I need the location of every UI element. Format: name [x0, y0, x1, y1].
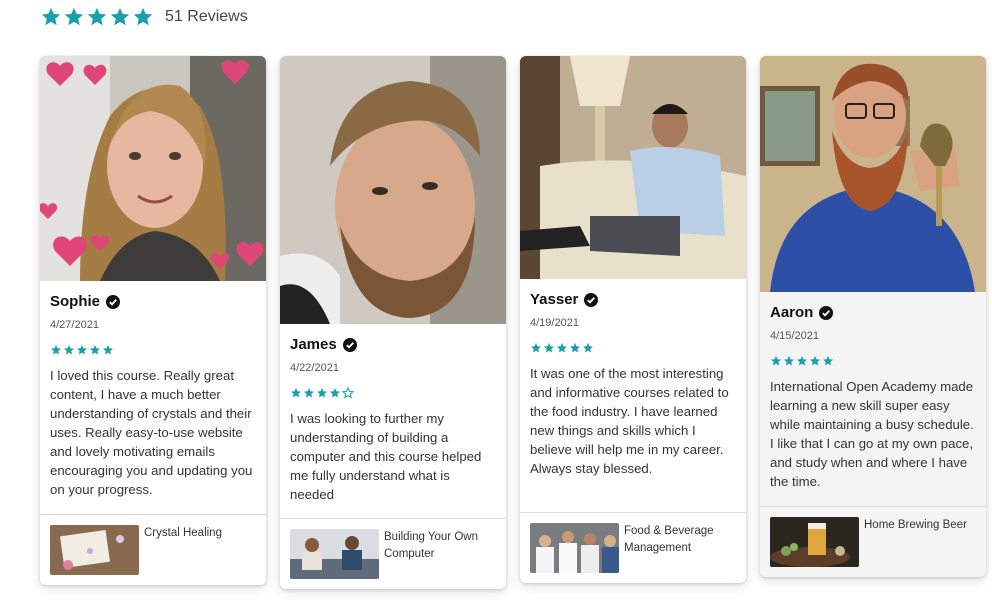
course-name[interactable]: Food & Beverage Management	[624, 523, 736, 573]
review-date: 4/15/2021	[770, 330, 819, 342]
star-filled-icon	[544, 343, 554, 353]
star-filled-icon	[797, 356, 807, 366]
star-filled-icon	[64, 345, 74, 355]
reviewer-photo	[280, 56, 506, 324]
star-filled-icon	[570, 343, 580, 353]
star-filled-icon	[583, 343, 593, 353]
review-text: International Open Academy made learning…	[770, 379, 974, 489]
course-thumbnail[interactable]	[530, 523, 619, 573]
review-date: 4/27/2021	[50, 319, 99, 331]
star-filled-icon	[531, 343, 541, 353]
star-filled-icon	[557, 343, 567, 353]
star-filled-icon	[784, 356, 794, 366]
review-text: I loved this course. Really great conten…	[50, 368, 253, 497]
reviewer-name: Aaron	[770, 304, 814, 321]
review-date: 4/22/2021	[290, 362, 339, 374]
rating-summary: 51 Reviews	[40, 6, 248, 28]
course-name[interactable]: Building Your Own Computer	[384, 529, 496, 579]
course-link[interactable]: Building Your Own Computer	[280, 518, 506, 589]
course-name[interactable]: Home Brewing Beer	[864, 517, 967, 567]
star-filled-icon	[291, 388, 301, 398]
star-filled-icon	[41, 7, 61, 26]
reviewer-photo	[40, 56, 266, 281]
review-card: Aaron 4/15/2021 International Open Acade…	[760, 56, 986, 577]
course-thumbnail[interactable]	[770, 517, 859, 567]
course-link[interactable]: Food & Beverage Management	[520, 512, 746, 583]
reviews-count[interactable]: 51 Reviews	[165, 8, 248, 26]
star-filled-icon	[810, 356, 820, 366]
review-stars	[290, 387, 496, 399]
reviewer-name: James	[290, 336, 337, 353]
star-filled-icon	[51, 345, 61, 355]
course-link[interactable]: Crystal Healing	[40, 514, 266, 585]
star-filled-icon	[87, 7, 107, 26]
course-thumbnail[interactable]	[50, 525, 139, 575]
review-card: Yasser 4/19/2021 It was one of the most …	[520, 56, 746, 583]
review-text: It was one of the most interesting and i…	[530, 366, 729, 476]
review-text: I was looking to further my understandin…	[290, 411, 482, 502]
star-filled-icon	[823, 356, 833, 366]
review-stars	[50, 344, 256, 356]
course-name[interactable]: Crystal Healing	[144, 525, 222, 575]
review-date: 4/19/2021	[530, 317, 579, 329]
star-empty-icon	[342, 387, 354, 399]
star-filled-icon	[317, 388, 327, 398]
course-thumbnail[interactable]	[290, 529, 379, 579]
reviewer-photo	[760, 56, 986, 292]
verified-check-icon	[342, 337, 357, 352]
star-filled-icon	[77, 345, 87, 355]
reviewer-name: Sophie	[50, 293, 101, 310]
reviewer-photo	[520, 56, 746, 279]
verified-check-icon	[106, 294, 121, 309]
review-stars	[530, 342, 736, 354]
review-stars	[770, 355, 976, 367]
star-filled-icon	[304, 388, 314, 398]
summary-stars	[40, 6, 154, 28]
star-filled-icon	[110, 7, 130, 26]
verified-check-icon	[819, 305, 834, 320]
star-filled-icon	[771, 356, 781, 366]
review-card: Sophie 4/27/2021 I loved this course. Re…	[40, 56, 266, 585]
review-card: James 4/22/2021 I was looking to further…	[280, 56, 506, 589]
verified-check-icon	[584, 292, 599, 307]
course-link[interactable]: Home Brewing Beer	[760, 506, 986, 577]
star-filled-icon	[90, 345, 100, 355]
star-filled-icon	[103, 345, 113, 355]
star-filled-icon	[133, 7, 153, 26]
reviewer-name: Yasser	[530, 291, 579, 308]
star-filled-icon	[330, 388, 340, 398]
star-filled-icon	[64, 7, 84, 26]
